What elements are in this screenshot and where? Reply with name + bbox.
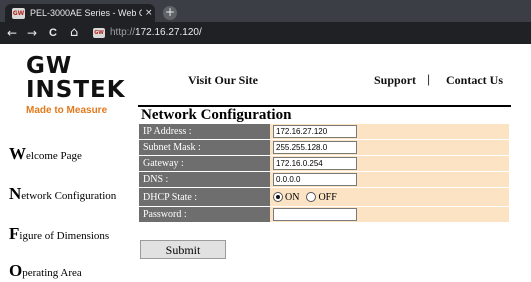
back-arrow-icon[interactable]: ←	[7, 25, 17, 41]
sidebar-initial: N	[9, 184, 22, 203]
reload-icon[interactable]: C	[49, 25, 57, 41]
sidebar-item-network-configuration[interactable]: Network Configuration	[9, 184, 116, 204]
network-config-form: IP Address : 172.16.27.120 Subnet Mask :…	[139, 124, 509, 223]
new-tab-icon[interactable]: +	[163, 6, 177, 20]
sidebar-item-label: etwork Configuration	[21, 190, 117, 202]
header-separator: |	[427, 72, 431, 86]
subnet-mask-input[interactable]: 255.255.128.0	[273, 141, 357, 154]
url-protocol: http://	[110, 27, 136, 38]
browser-tab-strip: GW PEL-3000AE Series - Web Cont × +	[0, 0, 531, 22]
ip-address-input[interactable]: 172.16.27.120	[273, 125, 357, 138]
form-row-ip: IP Address : 172.16.27.120	[139, 124, 509, 140]
subnet-mask-label: Subnet Mask :	[139, 140, 270, 156]
url-host: 172.16.27.120/	[135, 27, 202, 38]
forward-arrow-icon[interactable]: →	[27, 25, 37, 41]
contact-us-link[interactable]: Contact Us	[446, 73, 503, 88]
support-link[interactable]: Support	[374, 73, 416, 88]
sidebar-item-label: igure of Dimensions	[19, 230, 110, 242]
gateway-input[interactable]: 172.16.0.254	[273, 157, 357, 170]
sidebar-initial: O	[9, 261, 23, 280]
sidebar-item-label: perating Area	[22, 267, 82, 279]
sidebar-item-welcome-page[interactable]: Welcome Page	[9, 144, 82, 164]
submit-button[interactable]: Submit	[140, 240, 226, 259]
address-bar[interactable]: http://172.16.27.120/	[110, 27, 202, 38]
sidebar-item-label: elcome Page	[26, 150, 82, 162]
form-row-gateway: Gateway : 172.16.0.254	[139, 156, 509, 172]
form-row-dhcp: DHCP State : ON OFF	[139, 188, 509, 207]
site-favicon-icon: GW	[93, 28, 105, 38]
dhcp-state-label: DHCP State :	[139, 188, 270, 207]
browser-tab[interactable]: GW PEL-3000AE Series - Web Cont ×	[5, 4, 155, 22]
logo-tagline: Made to Measure	[26, 105, 108, 116]
home-icon[interactable]: ⌂	[70, 25, 78, 41]
dhcp-off-radio[interactable]	[306, 192, 317, 203]
gateway-label: Gateway :	[139, 156, 270, 172]
gwinstek-logo: GW INSTEK Made to Measure	[26, 54, 151, 116]
tab-title: PEL-3000AE Series - Web Cont	[30, 8, 142, 18]
ip-address-label: IP Address :	[139, 124, 270, 140]
dhcp-off-label: OFF	[318, 191, 337, 203]
visit-our-site-link[interactable]: Visit Our Site	[188, 73, 258, 88]
dns-input[interactable]: 0.0.0.0	[273, 173, 357, 186]
dhcp-on-radio[interactable]	[273, 192, 283, 203]
close-tab-icon[interactable]: ×	[145, 8, 153, 18]
sidebar-initial: F	[9, 224, 20, 243]
sidebar-initial: W	[9, 144, 26, 163]
form-row-mask: Subnet Mask : 255.255.128.0	[139, 140, 509, 156]
form-row-dns: DNS : 0.0.0.0	[139, 172, 509, 188]
password-label: Password :	[139, 207, 270, 223]
password-input[interactable]	[273, 208, 357, 221]
dns-label: DNS :	[139, 172, 270, 188]
page-title: Network Configuration	[141, 107, 292, 123]
dhcp-on-label: ON	[285, 191, 300, 203]
sidebar-item-figure-of-dimensions[interactable]: Figure of Dimensions	[9, 224, 109, 244]
browser-toolbar: ← → C ⌂ GW http://172.16.27.120/	[0, 22, 531, 44]
logo-wordmark: GW INSTEK	[26, 53, 126, 103]
sidebar-item-operating-area[interactable]: Operating Area	[9, 261, 82, 281]
gwinstek-favicon-icon: GW	[12, 7, 25, 19]
form-row-password: Password :	[139, 207, 509, 223]
